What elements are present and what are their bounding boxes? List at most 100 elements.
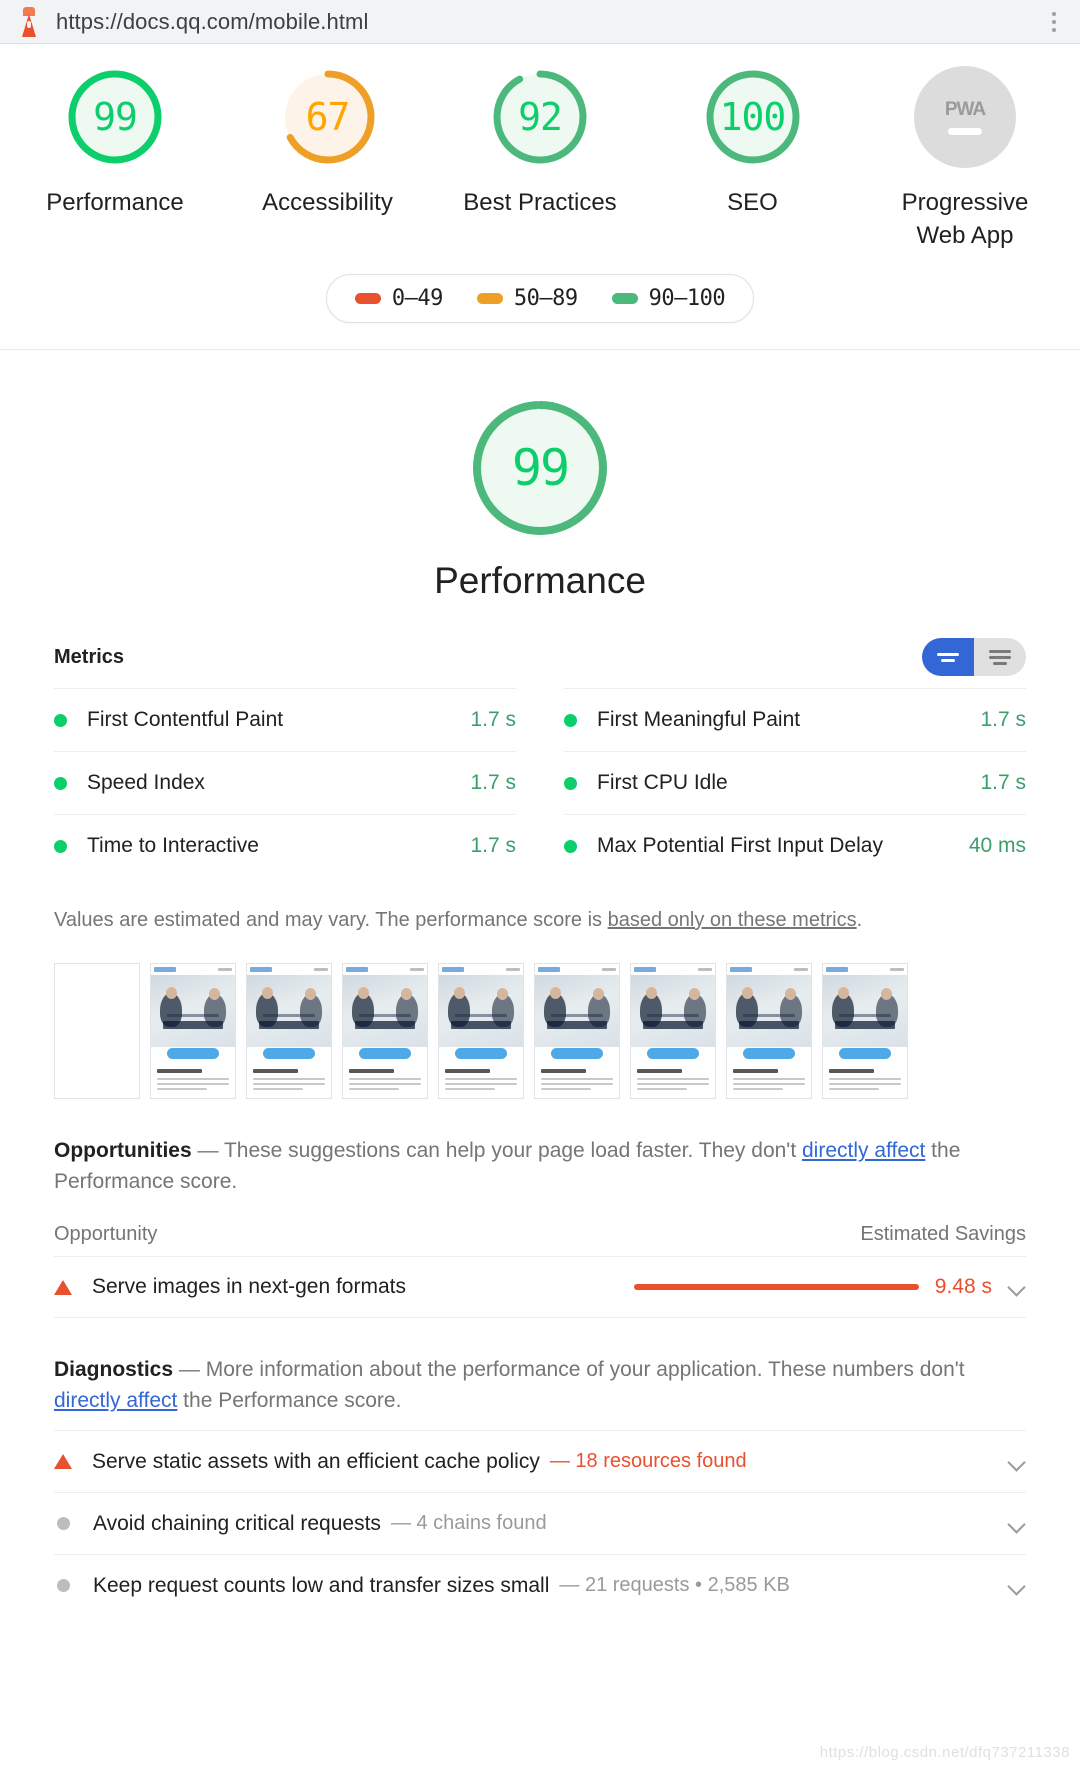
category-score-strip: 99 Performance 67 Accessibility 92 Best … (0, 44, 1080, 350)
report-content: Metrics First Contentful Paint 1.7 s Spe… (0, 638, 1080, 1616)
metric-row[interactable]: Time to Interactive 1.7 s (54, 814, 516, 877)
diagnostic-row[interactable]: Keep request counts low and transfer siz… (54, 1554, 1026, 1616)
warning-triangle-icon (54, 1454, 72, 1469)
diagnostic-row[interactable]: Serve static assets with an efficient ca… (54, 1430, 1026, 1492)
filmstrip-frame (342, 963, 428, 1099)
legend-swatch-fail (354, 293, 381, 304)
diagnostic-row[interactable]: Avoid chaining critical requests — 4 cha… (54, 1492, 1026, 1554)
savings-bar (633, 1284, 919, 1290)
note-text-pre: Values are estimated and may vary. The p… (54, 909, 608, 931)
metric-value: 40 ms (968, 834, 1026, 857)
legend-item-fail: 0–49 (354, 286, 443, 311)
gauge-ring-pwa: PWA (910, 62, 1020, 172)
metrics-title: Metrics (54, 645, 125, 668)
diagnostic-name: Serve static assets with an efficient ca… (92, 1449, 540, 1473)
gauge-label: Performance (46, 189, 184, 216)
performance-score-label: Performance (434, 560, 646, 601)
metric-row[interactable]: Max Potential First Input Delay 40 ms (564, 814, 1026, 877)
opportunities-table-header: Opportunity Estimated Savings (54, 1223, 1026, 1256)
pwa-label: PWA (944, 99, 986, 120)
score-legend: 0–49 50–89 90–100 (325, 274, 755, 323)
metric-name: First Contentful Paint (87, 708, 284, 731)
chevron-down-icon[interactable] (1008, 1577, 1026, 1595)
gauge-label: Progressive Web App (901, 189, 1029, 249)
metric-value: 1.7 s (980, 771, 1026, 794)
metric-row[interactable]: Speed Index 1.7 s (54, 751, 516, 814)
savings-value: 9.48 s (934, 1275, 992, 1298)
metric-row[interactable]: First Meaningful Paint 1.7 s (564, 688, 1026, 751)
kebab-menu-icon[interactable] (1042, 6, 1066, 38)
gauge-score-value: 99 (93, 95, 138, 139)
lighthouse-icon (16, 6, 42, 37)
legend-range-average: 50–89 (513, 286, 578, 311)
metrics-view-toggle[interactable] (922, 638, 1026, 676)
metric-row[interactable]: First Contentful Paint 1.7 s (54, 688, 516, 751)
opportunity-name: Serve images in next-gen formats (92, 1275, 406, 1298)
browser-url-bar: https://docs.qq.com/mobile.html (0, 0, 1080, 44)
pass-dot-icon (54, 713, 67, 727)
neutral-circle-icon (57, 1579, 70, 1592)
gauge-ring-best-practices: 92 (485, 62, 595, 172)
legend-range-fail: 0–49 (391, 286, 443, 311)
pass-dot-icon (54, 839, 67, 853)
metrics-header: Metrics (54, 638, 1026, 688)
metric-name: Time to Interactive (87, 834, 259, 857)
chevron-down-icon[interactable] (1008, 1278, 1026, 1296)
legend-swatch-pass (611, 293, 638, 304)
filmstrip-frame (246, 963, 332, 1099)
estimated-savings-column-label: Estimated Savings (860, 1223, 1026, 1245)
opportunities-desc-link[interactable]: directly affect (802, 1139, 925, 1162)
diagnostics-desc-pre: More information about the performance o… (205, 1358, 965, 1381)
metrics-estimate-note: Values are estimated and may vary. The p… (54, 905, 1026, 935)
metrics-note-link[interactable]: based only on these metrics (608, 909, 857, 931)
metric-row[interactable]: First CPU Idle 1.7 s (564, 751, 1026, 814)
chevron-down-icon[interactable] (1008, 1453, 1026, 1471)
gauge-ring-accessibility: 67 (273, 62, 383, 172)
diagnostic-name: Avoid chaining critical requests (93, 1511, 381, 1535)
score-gauge-pwa[interactable]: PWA Progressive Web App (872, 62, 1058, 252)
metrics-column-right: First Meaningful Paint 1.7 s First CPU I… (540, 688, 1026, 877)
opportunities-heading: Opportunities (54, 1139, 192, 1162)
score-gauge-performance[interactable]: 99 Performance (22, 62, 208, 252)
pass-dot-icon (54, 776, 67, 790)
pwa-badge-icon: PWA (914, 66, 1016, 168)
compact-list-icon[interactable] (922, 638, 974, 676)
metric-value: 1.7 s (980, 708, 1026, 731)
opportunity-row[interactable]: Serve images in next-gen formats 9.48 s (54, 1256, 1026, 1318)
diagnostics-desc-link[interactable]: directly affect (54, 1389, 177, 1412)
gauge-score-value: 92 (518, 95, 563, 139)
pass-dot-icon (564, 776, 577, 790)
metric-name: First Meaningful Paint (597, 708, 801, 731)
metrics-column-left: First Contentful Paint 1.7 s Speed Index… (54, 688, 540, 877)
pass-dot-icon (564, 713, 577, 727)
legend-range-pass: 90–100 (648, 286, 726, 311)
gauge-label: Accessibility (262, 189, 393, 216)
metric-value: 1.7 s (470, 771, 516, 794)
gauge-label: SEO (727, 189, 778, 216)
performance-score-value: 99 (511, 439, 570, 497)
note-text-post: . (856, 909, 863, 931)
diagnostic-detail: — 21 requests • 2,585 KB (559, 1574, 790, 1596)
filmstrip-frame (150, 963, 236, 1099)
metric-value: 1.7 s (470, 834, 516, 857)
em-dash: — (178, 1358, 200, 1381)
watermark-text: https://blog.csdn.net/dfq737211338 (819, 1744, 1070, 1761)
expanded-list-icon[interactable] (974, 638, 1026, 676)
legend-swatch-average (476, 293, 503, 304)
performance-score-block: 99 Performance (0, 350, 1080, 602)
em-dash: — (197, 1139, 219, 1162)
filmstrip-frame (54, 963, 140, 1099)
diagnostics-description: Diagnostics — More information about the… (54, 1354, 1026, 1416)
score-legend-wrapper: 0–49 50–89 90–100 (0, 274, 1080, 323)
score-gauge-best-practices[interactable]: 92 Best Practices (447, 62, 633, 252)
diagnostics-desc-post: the Performance score. (177, 1389, 402, 1412)
score-gauge-accessibility[interactable]: 67 Accessibility (235, 62, 421, 252)
diagnostic-name: Keep request counts low and transfer siz… (93, 1573, 550, 1597)
pwa-null-dash (948, 128, 982, 135)
diagnostics-heading: Diagnostics (54, 1358, 174, 1381)
warning-triangle-icon (54, 1279, 72, 1295)
chevron-down-icon[interactable] (1008, 1515, 1026, 1533)
score-gauge-seo[interactable]: 100 SEO (660, 62, 846, 252)
opportunity-savings: 9.48 s (633, 1275, 1026, 1299)
url-text[interactable]: https://docs.qq.com/mobile.html (56, 9, 368, 35)
